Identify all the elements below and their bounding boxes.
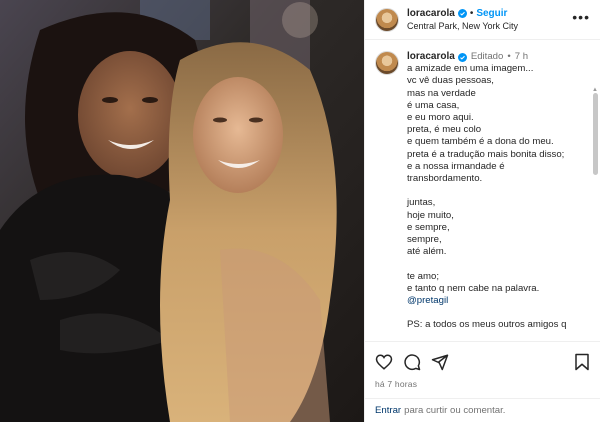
avatar[interactable] xyxy=(375,7,399,32)
caption-line: hoje muito, xyxy=(407,209,454,221)
caption-line: e sempre, xyxy=(407,221,450,233)
post-time-ago[interactable]: há 7 horas xyxy=(375,379,590,389)
caption-line: e a nossa irmandade é xyxy=(407,160,505,172)
post-photo xyxy=(0,0,364,422)
caption-line: é uma casa, xyxy=(407,99,460,111)
caption-line xyxy=(407,185,566,197)
caption-line: mas na verdade xyxy=(407,87,476,99)
caption-line: preta é a tradução mais bonita disso; xyxy=(407,148,565,160)
caption-line: juntas, xyxy=(407,197,436,209)
caption-line: e tanto q nem cabe na palavra. xyxy=(407,282,540,294)
caption-meta: loracarola Editado • 7 h xyxy=(407,51,566,63)
login-link[interactable]: Entrar xyxy=(375,405,401,416)
edited-label: Editado xyxy=(470,51,504,62)
caption-line: e quem também é a dona do meu. xyxy=(407,136,554,148)
caption-line: a amizade em uma imagem... xyxy=(407,63,534,75)
caption-line: vc vê duas pessoas, xyxy=(407,75,494,87)
heart-icon[interactable] xyxy=(375,353,393,371)
caption-text: a amizade em uma imagem... vc vê duas pes… xyxy=(407,63,566,295)
caption-line: até além. xyxy=(407,246,447,258)
caption-avatar[interactable] xyxy=(375,51,399,75)
caption-body: loracarola Editado • 7 h a amizade em um… xyxy=(407,51,566,332)
caption-comment: loracarola Editado • 7 h a amizade em um… xyxy=(375,51,590,332)
caption-username-link[interactable]: loracarola xyxy=(407,51,455,63)
follow-button[interactable]: Seguir xyxy=(476,8,507,20)
share-icon[interactable] xyxy=(431,353,449,371)
caption-line: transbordamento. xyxy=(407,173,483,185)
comment-icon[interactable] xyxy=(403,353,421,371)
caption-line-cut: PS: a todos os meus outros amigos q xyxy=(407,319,567,331)
caption-line: te amo; xyxy=(407,270,439,282)
login-prompt: Entrar para curtir ou comentar. xyxy=(365,398,600,422)
caption-time: 7 h xyxy=(514,51,529,62)
post-header: loracarola • Seguir Central Park, New Yo… xyxy=(365,0,600,40)
verified-badge-icon xyxy=(457,9,467,19)
header-username-row: loracarola • Seguir xyxy=(407,8,518,20)
location-link[interactable]: Central Park, New York City xyxy=(407,21,518,31)
username-link[interactable]: loracarola xyxy=(407,8,455,20)
caption-line: e eu moro aqui. xyxy=(407,112,474,124)
caption-line: preta, é meu colo xyxy=(407,124,482,136)
post-image[interactable] xyxy=(0,0,364,422)
action-icons xyxy=(375,352,590,372)
more-options-icon[interactable]: ••• xyxy=(572,10,590,24)
header-text: loracarola • Seguir Central Park, New Yo… xyxy=(407,8,518,31)
caption-dot-separator: • xyxy=(507,51,511,62)
login-prompt-text: para curtir ou comentar. xyxy=(404,405,506,416)
caption-line: sempre, xyxy=(407,234,442,246)
caption-area: ▲ loracarola Editado • 7 h a amizade em … xyxy=(365,41,600,341)
caption-line xyxy=(407,258,566,270)
bookmark-icon[interactable] xyxy=(574,353,590,371)
caption-verified-badge-icon xyxy=(457,52,467,62)
header-dot-separator: • xyxy=(469,8,474,20)
mention-link[interactable]: @pretagil xyxy=(407,295,566,307)
post-sidebar: loracarola • Seguir Central Park, New Yo… xyxy=(364,0,600,422)
caption-scrollbar[interactable] xyxy=(593,93,598,175)
